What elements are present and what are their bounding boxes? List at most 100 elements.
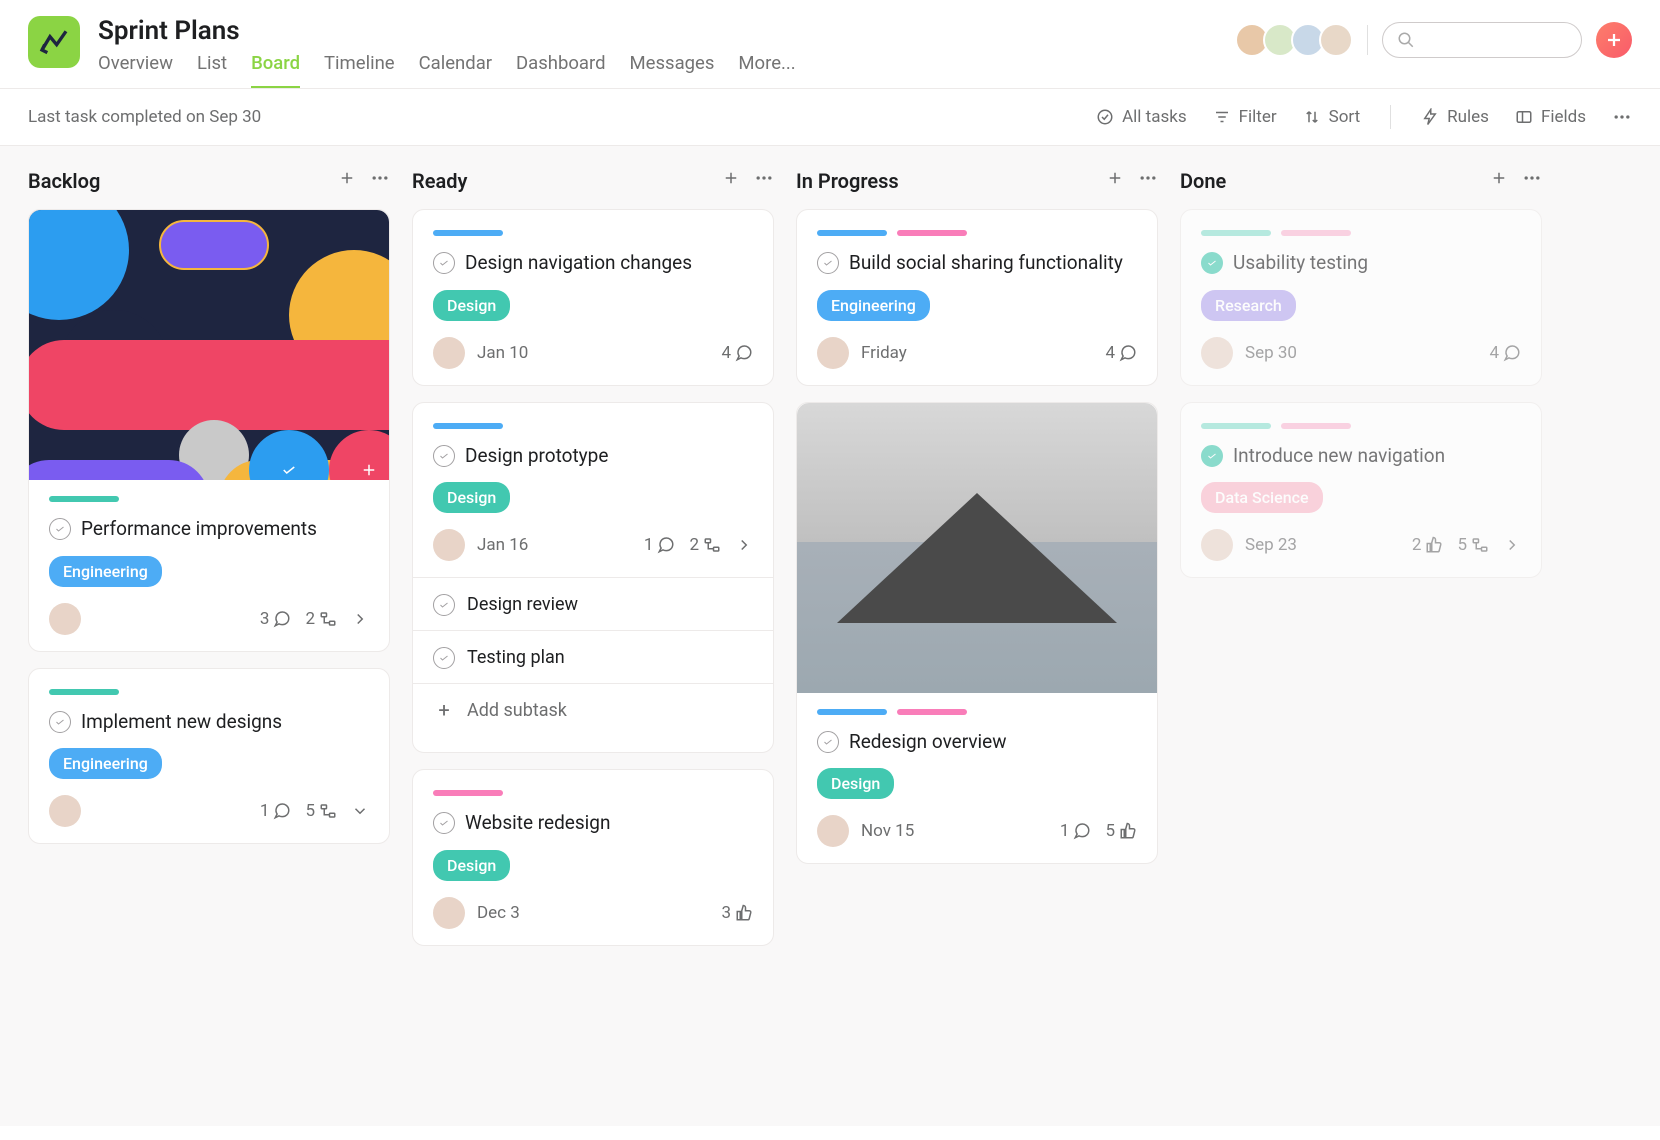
complete-checkbox[interactable] [817, 252, 839, 274]
task-card[interactable]: Design navigation changes Design Jan 10 … [412, 209, 774, 386]
task-card[interactable]: Introduce new navigation Data Science Se… [1180, 402, 1542, 579]
complete-checkbox[interactable] [433, 812, 455, 834]
add-card-button[interactable] [338, 168, 356, 193]
add-button[interactable] [1596, 22, 1632, 58]
tag[interactable]: Design [433, 290, 510, 321]
like-icon [1119, 822, 1137, 840]
subtask-item[interactable]: Testing plan [413, 631, 773, 684]
subtasks-count[interactable]: 5 [305, 801, 337, 821]
tag[interactable]: Engineering [817, 290, 930, 321]
card-stripes [817, 709, 1137, 715]
complete-checkbox[interactable] [49, 518, 71, 540]
plus-icon [338, 169, 356, 187]
more-button[interactable] [1612, 107, 1632, 127]
expand-arrow[interactable] [1503, 536, 1521, 554]
tag[interactable]: Engineering [49, 556, 162, 587]
subtasks-count[interactable]: 2 [305, 609, 337, 629]
task-card[interactable]: Implement new designs Engineering 1 5 [28, 668, 390, 845]
project-members[interactable] [1241, 23, 1353, 57]
subtasks-count[interactable]: 2 [689, 535, 721, 555]
column-menu-button[interactable] [754, 168, 774, 193]
tab-list[interactable]: List [197, 52, 227, 88]
task-card[interactable]: Design prototype Design Jan 16 1 2 Desig… [412, 402, 774, 754]
tab-overview[interactable]: Overview [98, 52, 173, 88]
comments-count[interactable]: 4 [1489, 343, 1521, 363]
comments-count[interactable]: 1 [644, 535, 676, 555]
tab-more[interactable]: More... [738, 52, 795, 88]
complete-checkbox[interactable] [1201, 252, 1223, 274]
complete-checkbox[interactable] [49, 711, 71, 733]
comments-count[interactable]: 3 [260, 609, 292, 629]
stripe [817, 709, 887, 715]
avatar[interactable] [1319, 23, 1353, 57]
stripe [49, 496, 119, 502]
comments-count[interactable]: 1 [260, 801, 292, 821]
task-card[interactable]: Website redesign Design Dec 3 3 [412, 769, 774, 946]
column-title[interactable]: In Progress [796, 169, 1106, 193]
likes-count[interactable]: 2 [1412, 535, 1444, 555]
comments-count[interactable]: 4 [1105, 343, 1137, 363]
assignee-avatar[interactable] [817, 337, 849, 369]
complete-checkbox[interactable] [433, 252, 455, 274]
task-card[interactable]: Build social sharing functionality Engin… [796, 209, 1158, 386]
tab-timeline[interactable]: Timeline [324, 52, 395, 88]
tag[interactable]: Design [817, 768, 894, 799]
tab-dashboard[interactable]: Dashboard [516, 52, 605, 88]
tab-calendar[interactable]: Calendar [419, 52, 492, 88]
assignee-avatar[interactable] [49, 795, 81, 827]
column-title[interactable]: Done [1180, 169, 1490, 193]
fields-button[interactable]: Fields [1515, 107, 1586, 127]
tag[interactable]: Design [433, 850, 510, 881]
complete-checkbox[interactable] [433, 594, 455, 616]
comments-count[interactable]: 4 [721, 343, 753, 363]
column-menu-button[interactable] [370, 168, 390, 193]
likes-count[interactable]: 5 [1105, 821, 1137, 841]
add-card-button[interactable] [722, 168, 740, 193]
card-cover [29, 210, 389, 480]
column-menu-button[interactable] [1138, 168, 1158, 193]
complete-checkbox[interactable] [1201, 445, 1223, 467]
task-card[interactable]: Redesign overview Design Nov 15 1 5 [796, 402, 1158, 865]
expand-arrow[interactable] [351, 802, 369, 820]
column-menu-button[interactable] [1522, 168, 1542, 193]
fields-label: Fields [1541, 107, 1586, 127]
tab-board[interactable]: Board [251, 52, 300, 88]
add-card-button[interactable] [1490, 168, 1508, 193]
tag[interactable]: Research [1201, 290, 1296, 321]
tab-messages[interactable]: Messages [630, 52, 715, 88]
assignee-avatar[interactable] [433, 897, 465, 929]
card-cover [797, 403, 1157, 693]
assignee-avatar[interactable] [49, 603, 81, 635]
complete-checkbox[interactable] [817, 731, 839, 753]
tag[interactable]: Design [433, 482, 510, 513]
assignee-avatar[interactable] [1201, 529, 1233, 561]
column-title[interactable]: Ready [412, 169, 722, 193]
likes-count[interactable]: 3 [721, 903, 753, 923]
task-card[interactable]: Performance improvements Engineering 3 2 [28, 209, 390, 652]
comments-count[interactable]: 1 [1060, 821, 1092, 841]
rules-button[interactable]: Rules [1421, 107, 1489, 127]
assignee-avatar[interactable] [1201, 337, 1233, 369]
filter-button[interactable]: Filter [1213, 107, 1277, 127]
add-card-button[interactable] [1106, 168, 1124, 193]
tag[interactable]: Data Science [1201, 482, 1323, 513]
add-subtask-button[interactable]: +Add subtask [413, 684, 773, 736]
subtasks-count[interactable]: 5 [1457, 535, 1489, 555]
page-title: Sprint Plans [98, 16, 1241, 46]
assignee-avatar[interactable] [433, 337, 465, 369]
all-tasks-button[interactable]: All tasks [1096, 107, 1187, 127]
assignee-avatar[interactable] [817, 815, 849, 847]
complete-checkbox[interactable] [433, 445, 455, 467]
assignee-avatar[interactable] [433, 529, 465, 561]
task-card[interactable]: Usability testing Research Sep 30 4 [1180, 209, 1542, 386]
expand-arrow[interactable] [735, 536, 753, 554]
board-column: Done Usability testing Research Sep 30 4… [1180, 168, 1542, 1104]
sort-button[interactable]: Sort [1303, 107, 1361, 127]
tag[interactable]: Engineering [49, 748, 162, 779]
subtask-item[interactable]: Design review [413, 578, 773, 631]
column-title[interactable]: Backlog [28, 169, 338, 193]
expand-arrow[interactable] [351, 610, 369, 628]
subtask-title: Testing plan [467, 647, 565, 668]
complete-checkbox[interactable] [433, 647, 455, 669]
search-input[interactable] [1382, 22, 1582, 58]
